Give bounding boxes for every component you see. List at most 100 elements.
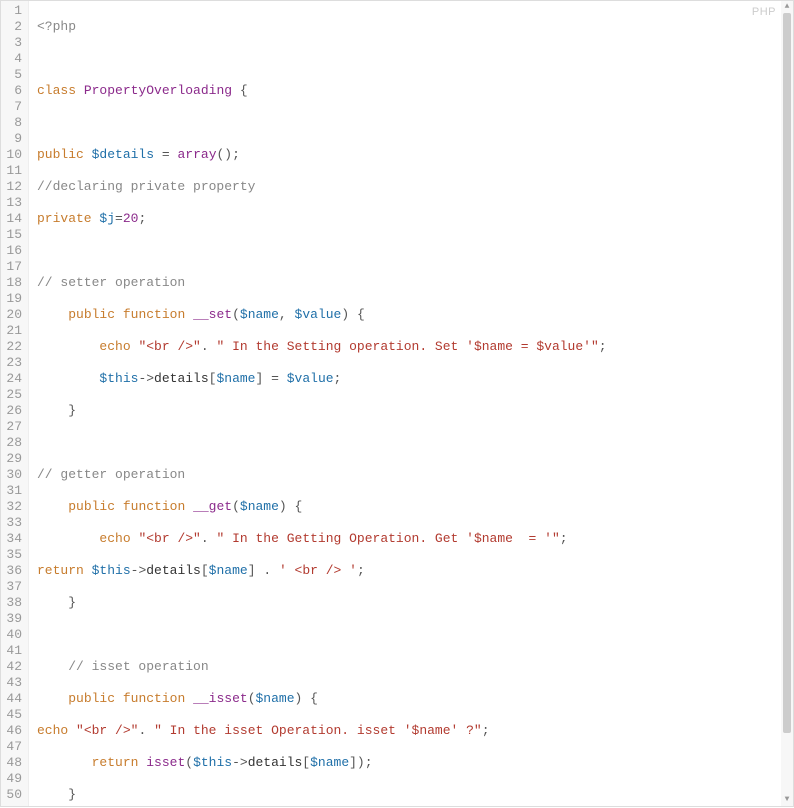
line-number: 49 xyxy=(5,771,22,787)
line-number: 10 xyxy=(5,147,22,163)
line-number: 43 xyxy=(5,675,22,691)
kw-public: public xyxy=(68,499,115,514)
comment: // getter operation xyxy=(37,467,185,482)
line-number: 21 xyxy=(5,323,22,339)
line-number: 39 xyxy=(5,611,22,627)
line-number: 13 xyxy=(5,195,22,211)
line-number: 30 xyxy=(5,467,22,483)
var-this: $this xyxy=(99,371,138,386)
var-this: $this xyxy=(193,755,232,770)
line-number: 44 xyxy=(5,691,22,707)
str: "<br />" xyxy=(76,723,138,738)
scroll-up-icon[interactable]: ▲ xyxy=(781,1,793,13)
line-number: 5 xyxy=(5,67,22,83)
line-number: 18 xyxy=(5,275,22,291)
line-number: 8 xyxy=(5,115,22,131)
line-number-gutter: 1234567891011121314151617181920212223242… xyxy=(1,1,29,806)
scrollbar-thumb[interactable] xyxy=(783,13,791,733)
line-number: 22 xyxy=(5,339,22,355)
line-number: 38 xyxy=(5,595,22,611)
kw-return: return xyxy=(92,755,139,770)
str: " In the isset Operation. isset '$name' … xyxy=(154,723,482,738)
php-open-tag: <?php xyxy=(37,19,76,34)
line-number: 24 xyxy=(5,371,22,387)
line-number: 2 xyxy=(5,19,22,35)
line-number: 45 xyxy=(5,707,22,723)
fn-isset: isset xyxy=(146,755,185,770)
line-number: 6 xyxy=(5,83,22,99)
scroll-down-icon[interactable]: ▼ xyxy=(781,794,793,806)
line-number: 23 xyxy=(5,355,22,371)
line-number: 15 xyxy=(5,227,22,243)
kw-function: function xyxy=(123,691,185,706)
kw-function: function xyxy=(123,307,185,322)
var-details: $details xyxy=(92,147,154,162)
var-name: $name xyxy=(240,499,279,514)
comment: //declaring private property xyxy=(37,179,255,194)
kw-return: return xyxy=(37,563,84,578)
var-this: $this xyxy=(92,563,131,578)
var-name: $name xyxy=(216,371,255,386)
var-j: $j xyxy=(99,211,115,226)
line-number: 35 xyxy=(5,547,22,563)
var-name: $name xyxy=(209,563,248,578)
line-number: 1 xyxy=(5,3,22,19)
code-editor: 1234567891011121314151617181920212223242… xyxy=(0,0,794,807)
line-number: 36 xyxy=(5,563,22,579)
line-number: 20 xyxy=(5,307,22,323)
code-area: <?php class PropertyOverloading { public… xyxy=(29,1,793,806)
prop-details: details xyxy=(248,755,303,770)
line-number: 47 xyxy=(5,739,22,755)
line-number: 48 xyxy=(5,755,22,771)
kw-public: public xyxy=(37,147,84,162)
line-number: 37 xyxy=(5,579,22,595)
fn-get: __get xyxy=(193,499,232,514)
line-number: 12 xyxy=(5,179,22,195)
line-number: 46 xyxy=(5,723,22,739)
comment: // setter operation xyxy=(37,275,185,290)
line-number: 16 xyxy=(5,243,22,259)
line-number: 50 xyxy=(5,787,22,803)
line-number: 41 xyxy=(5,643,22,659)
line-number: 3 xyxy=(5,35,22,51)
str: "<br />" xyxy=(138,339,200,354)
line-number: 25 xyxy=(5,387,22,403)
prop-details: details xyxy=(154,371,209,386)
var-name: $name xyxy=(256,691,295,706)
line-number: 40 xyxy=(5,627,22,643)
kw-function: function xyxy=(123,499,185,514)
str: " In the Setting operation. Set '$name =… xyxy=(217,339,599,354)
str: " In the Getting Operation. Get '$name =… xyxy=(217,531,560,546)
language-badge: PHP xyxy=(752,4,776,20)
fn-array: array xyxy=(177,147,216,162)
kw-echo: echo xyxy=(99,339,130,354)
line-number: 28 xyxy=(5,435,22,451)
kw-echo: echo xyxy=(99,531,130,546)
var-value: $value xyxy=(287,371,334,386)
fn-isset: __isset xyxy=(193,691,248,706)
var-value: $value xyxy=(295,307,342,322)
line-number: 29 xyxy=(5,451,22,467)
line-number: 19 xyxy=(5,291,22,307)
line-number: 27 xyxy=(5,419,22,435)
line-number: 14 xyxy=(5,211,22,227)
line-number: 4 xyxy=(5,51,22,67)
str: ' <br /> ' xyxy=(279,563,357,578)
line-number: 7 xyxy=(5,99,22,115)
kw-class: class xyxy=(37,83,76,98)
num-20: 20 xyxy=(123,211,139,226)
kw-public: public xyxy=(68,691,115,706)
var-name: $name xyxy=(310,755,349,770)
prop-details: details xyxy=(146,563,201,578)
line-number: 33 xyxy=(5,515,22,531)
vertical-scrollbar[interactable]: ▲ ▼ xyxy=(781,1,793,806)
line-number: 34 xyxy=(5,531,22,547)
line-number: 9 xyxy=(5,131,22,147)
fn-set: __set xyxy=(193,307,232,322)
kw-echo: echo xyxy=(37,723,68,738)
var-name: $name xyxy=(240,307,279,322)
line-number: 31 xyxy=(5,483,22,499)
line-number: 32 xyxy=(5,499,22,515)
class-name: PropertyOverloading xyxy=(84,83,232,98)
line-number: 17 xyxy=(5,259,22,275)
